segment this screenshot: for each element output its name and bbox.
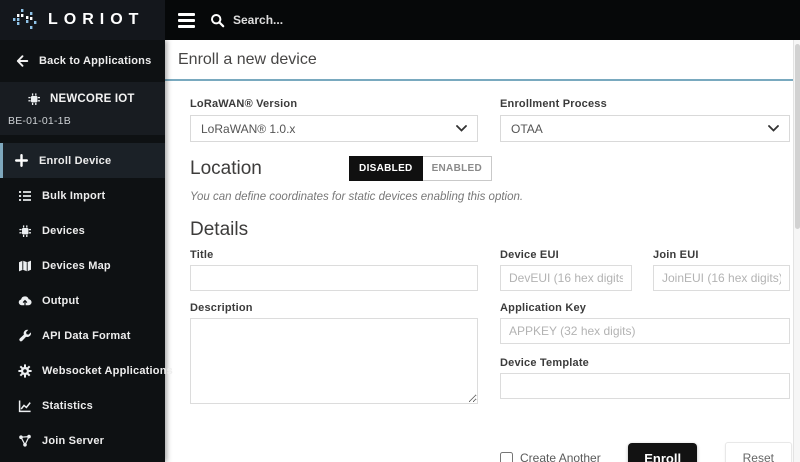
page-title: Enroll a new device (178, 50, 317, 68)
search-icon (211, 13, 225, 27)
enroll-button[interactable]: Enroll (628, 442, 698, 462)
join-eui-label: Join EUI (653, 249, 699, 261)
device-template-group: Device Template (500, 357, 790, 399)
application-key-input[interactable] (500, 318, 790, 344)
device-eui-label: Device EUI (500, 249, 559, 261)
application-key-label: Application Key (500, 302, 587, 314)
title-input[interactable] (190, 265, 478, 291)
map-icon (17, 258, 32, 273)
hamburger-menu-icon[interactable] (178, 12, 195, 28)
page-title-band: Enroll a new device (165, 40, 800, 81)
device-template-label: Device Template (500, 357, 590, 369)
enrollment-process-value: OTAA (511, 121, 543, 136)
lorawan-version-label: LoRaWAN® Version (190, 98, 298, 110)
chevron-down-icon (456, 125, 467, 132)
sidebar-item-label: Bulk Import (42, 189, 106, 202)
sidebar-item-websocket-applications[interactable]: Websocket Applications (0, 353, 173, 388)
create-another-label: Create Another (520, 451, 601, 462)
sidebar-item-label: Devices (42, 224, 85, 237)
enroll-form: LoRaWAN® Version LoRaWAN® 1.0.x Enrollme… (165, 81, 800, 462)
topbar: LORIOT Search... (0, 0, 800, 40)
lorawan-version-group: LoRaWAN® Version LoRaWAN® 1.0.x (190, 98, 478, 142)
loriot-logo-dots-icon (13, 9, 37, 29)
search-input[interactable]: Search... (233, 13, 283, 27)
application-key-group: Application Key (500, 302, 790, 344)
lorawan-version-value: LoRaWAN® 1.0.x (201, 121, 296, 136)
details-heading: Details (190, 219, 249, 240)
sidebar-item-devices[interactable]: Devices (0, 213, 165, 248)
enrollment-process-label: Enrollment Process (500, 98, 607, 110)
join-eui-input[interactable] (653, 265, 790, 291)
chart-icon (17, 398, 32, 413)
back-to-applications[interactable]: Back to Applications (0, 46, 165, 76)
form-actions: Create Another Enroll Reset (500, 442, 792, 462)
enrollment-process-group: Enrollment Process OTAA (500, 98, 790, 142)
description-input[interactable] (190, 318, 478, 404)
sidebar-item-label: Devices Map (42, 259, 111, 272)
cloud-upload-icon (17, 293, 32, 308)
sidebar: Back to Applications NEWCORE IOT BE-01-0… (0, 40, 173, 462)
device-template-input[interactable] (500, 373, 790, 399)
sidebar-menu: Enroll Device Bulk Import Devices Device… (0, 143, 173, 458)
lorawan-version-select[interactable]: LoRaWAN® 1.0.x (190, 115, 478, 142)
loriot-logo[interactable]: LORIOT (0, 0, 165, 40)
chip-icon (26, 91, 41, 106)
vertical-scrollbar[interactable] (793, 40, 800, 462)
sidebar-item-label: Statistics (42, 399, 93, 412)
eui-row: Device EUI Join EUI (500, 249, 790, 291)
device-eui-group: Device EUI (500, 249, 632, 291)
location-toggle: DISABLED ENABLED (349, 156, 492, 181)
sidebar-item-bulk-import[interactable]: Bulk Import (0, 178, 165, 213)
sidebar-item-enroll-device[interactable]: Enroll Device (0, 143, 165, 178)
back-label: Back to Applications (39, 55, 152, 67)
title-label: Title (190, 249, 214, 261)
sidebar-item-statistics[interactable]: Statistics (0, 388, 165, 423)
sidebar-item-api-data-format[interactable]: API Data Format (0, 318, 165, 353)
application-name: NEWCORE IOT (50, 92, 135, 105)
location-heading: Location (190, 157, 262, 179)
application-block[interactable]: NEWCORE IOT BE-01-01-1B (0, 82, 165, 135)
sidebar-item-devices-map[interactable]: Devices Map (0, 248, 165, 283)
network-icon (17, 433, 32, 448)
create-another-checkbox[interactable] (500, 451, 513, 462)
search-bar[interactable]: Search... (210, 13, 283, 28)
sidebar-item-label: Output (42, 294, 80, 307)
main-content: Enroll a new device LoRaWAN® Version LoR… (165, 40, 800, 462)
location-hint: You can define coordinates for static de… (190, 191, 524, 203)
sidebar-item-label: API Data Format (42, 329, 131, 342)
arrow-left-icon (14, 54, 29, 69)
location-enabled-option[interactable]: ENABLED (422, 156, 492, 181)
details-left-column: Title Description (190, 249, 478, 420)
location-disabled-option[interactable]: DISABLED (349, 156, 423, 181)
chevron-down-icon (768, 125, 779, 132)
sidebar-item-label: Enroll Device (39, 154, 112, 167)
title-group: Title (190, 249, 478, 291)
scrollbar-thumb[interactable] (795, 44, 800, 229)
chip-icon (17, 223, 32, 238)
gear-icon (17, 363, 32, 378)
create-another-option[interactable]: Create Another (500, 451, 601, 462)
description-group: Description (190, 302, 478, 409)
reset-button[interactable]: Reset (724, 442, 792, 462)
details-right-column: Device EUI Join EUI Application Key Devi… (500, 249, 790, 420)
sidebar-item-output[interactable]: Output (0, 283, 165, 318)
sidebar-item-join-server[interactable]: Join Server (0, 423, 165, 458)
device-eui-input[interactable] (500, 265, 632, 291)
enrollment-process-select[interactable]: OTAA (500, 115, 790, 142)
sidebar-item-label: Websocket Applications (42, 364, 173, 377)
description-label: Description (190, 302, 253, 314)
wrench-icon (17, 328, 32, 343)
plus-icon (14, 153, 29, 168)
application-code: BE-01-01-1B (8, 115, 71, 127)
logo-text: LORIOT (48, 11, 145, 28)
list-icon (17, 188, 32, 203)
join-eui-group: Join EUI (653, 249, 790, 291)
sidebar-item-label: Join Server (42, 434, 105, 447)
